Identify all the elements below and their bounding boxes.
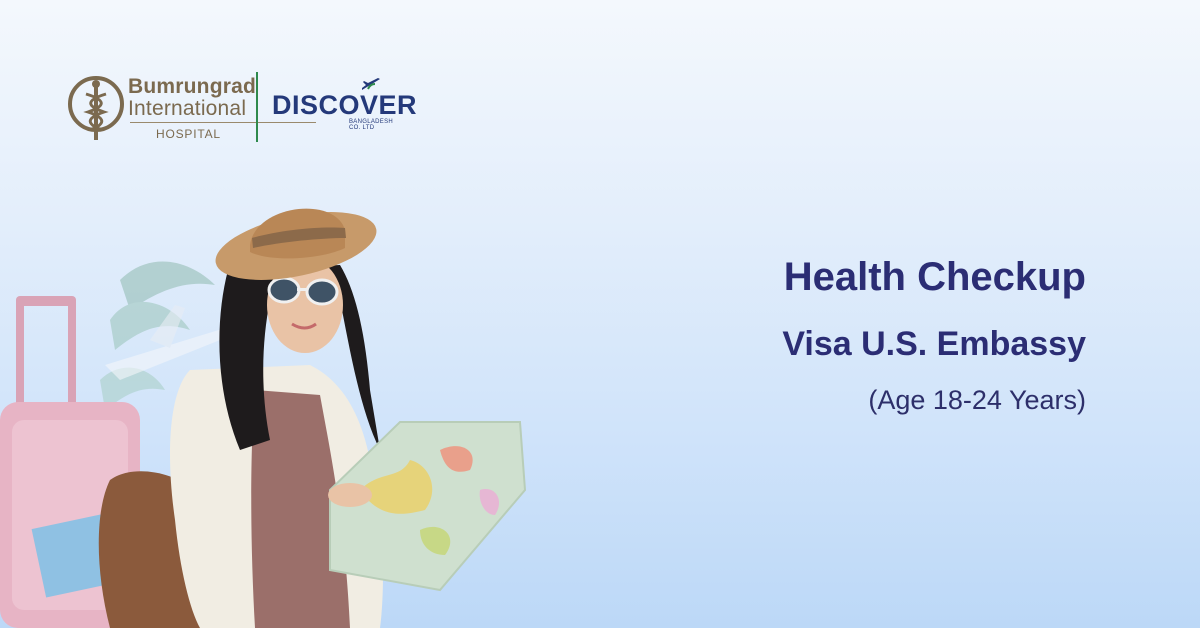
caduceus-icon (68, 76, 124, 140)
airplane-icon (362, 78, 380, 90)
logo-divider (256, 72, 258, 142)
discover-subtitle: BANGLADESH CO. LTD (349, 119, 394, 131)
bumrungrad-rule (130, 122, 316, 123)
headline-title: Health Checkup (783, 255, 1086, 299)
discover-wordmark: DISCOVER (272, 90, 418, 120)
headline-subtitle: Visa U.S. Embassy (782, 325, 1086, 363)
traveler-illustration (0, 208, 527, 628)
bumrungrad-hospital: HOSPITAL (156, 127, 221, 141)
headline-age-note: (Age 18-24 Years) (868, 385, 1086, 415)
banner: Bumrungrad International HOSPITAL DISCOV… (0, 0, 1200, 628)
